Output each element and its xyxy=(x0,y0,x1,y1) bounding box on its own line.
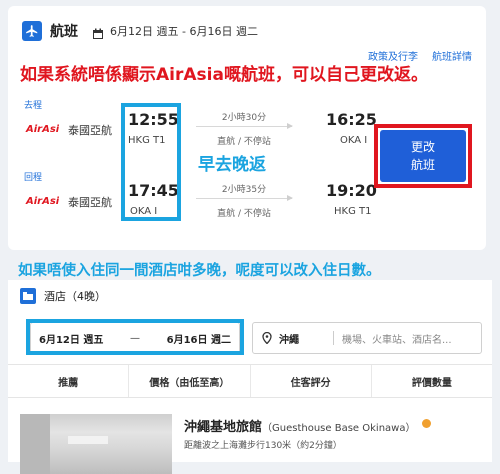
hotel-listing[interactable]: 沖繩基地旅館（Guesthouse Base Okinawa） 距離波之上海灘步… xyxy=(8,404,492,474)
annotation-blue-box-times xyxy=(121,103,181,221)
outbound-duration: 2小時30分 xyxy=(221,113,267,123)
flight-header: 航班 6月12日 週五 - 6月16日 週二 xyxy=(22,20,258,42)
inbound-label: 回程 xyxy=(24,173,43,183)
change-flight-label-1: 更改 xyxy=(410,140,435,154)
hotel-title: 酒店（4晚） xyxy=(44,290,106,303)
annotation-blue-note: 如果唔使入住同一間酒店咁多晚，呢度可以改入住日數。 xyxy=(18,263,381,279)
location-search[interactable]: 沖繩 機場、火車站、酒店名... xyxy=(252,322,482,354)
outbound-label: 去程 xyxy=(24,101,43,111)
inbound-route-line xyxy=(196,195,293,201)
outbound-nonstop: 直航 / 不停站 xyxy=(217,137,271,147)
calendar-icon xyxy=(92,25,104,39)
sort-tab-recommended[interactable]: 推薦 xyxy=(8,365,130,397)
airasia-logo: AirAsia xyxy=(24,182,60,218)
hotel-icon xyxy=(20,288,36,304)
change-flight-label-2: 航班 xyxy=(410,158,435,172)
annotation-blue-box-dates xyxy=(26,319,244,355)
sort-bar: 推薦 價格（由低至高） 住客評分 評價數量 xyxy=(8,364,492,398)
svg-text:AirAsia: AirAsia xyxy=(25,124,59,135)
sort-tab-reviews[interactable]: 評價數量 xyxy=(372,365,492,397)
outbound-airline: 泰國亞航 xyxy=(68,124,112,137)
flight-title: 航班 xyxy=(50,24,78,40)
hotel-name-zh: 沖繩基地旅館 xyxy=(184,420,263,435)
outbound-arrive-time: 16:25 xyxy=(326,110,377,129)
sort-tab-price[interactable]: 價格（由低至高） xyxy=(129,365,251,397)
location-placeholder: 機場、火車站、酒店名... xyxy=(342,334,452,346)
hotel-distance: 距離波之上海灘步行130米（約2分鐘） xyxy=(184,441,342,451)
inbound-airline: 泰國亞航 xyxy=(68,196,112,209)
flight-dates: 6月12日 週五 - 6月16日 週二 xyxy=(110,25,258,38)
flight-details-link[interactable]: 航班詳情 xyxy=(432,48,472,63)
location-pin-icon xyxy=(261,331,273,345)
location-name: 沖繩 xyxy=(279,334,299,346)
airasia-logo: AirAsia xyxy=(24,110,60,146)
change-flight-button[interactable]: 更改 航班 xyxy=(380,130,466,182)
thumbnail-lamp xyxy=(68,436,108,444)
hotel-name[interactable]: 沖繩基地旅館（Guesthouse Base Okinawa） xyxy=(184,416,415,435)
svg-text:AirAsia: AirAsia xyxy=(25,196,59,207)
inbound-duration: 2小時35分 xyxy=(221,185,267,195)
inbound-nonstop: 直航 / 不停站 xyxy=(217,209,271,219)
thumbnail-wall xyxy=(20,414,50,474)
annotation-early-late: 早去晚返 xyxy=(198,155,266,175)
annotation-red-note: 如果系統唔係顯示AirAsia嘅航班，可以自己更改返。 xyxy=(20,65,428,85)
hotel-header: 酒店（4晚） xyxy=(20,288,106,304)
status-dot xyxy=(422,419,431,428)
outbound-route-line xyxy=(196,123,293,129)
inbound-arrive-airport: HKG T1 xyxy=(334,206,372,217)
plane-icon xyxy=(22,21,42,41)
sort-tab-rating[interactable]: 住客評分 xyxy=(251,365,372,397)
location-divider xyxy=(333,331,334,345)
hotel-thumbnail[interactable] xyxy=(20,414,172,474)
outbound-arrive-airport: OKA I xyxy=(340,135,368,146)
hotel-name-en: （Guesthouse Base Okinawa） xyxy=(262,423,416,434)
inbound-arrive-time: 19:20 xyxy=(326,181,377,200)
